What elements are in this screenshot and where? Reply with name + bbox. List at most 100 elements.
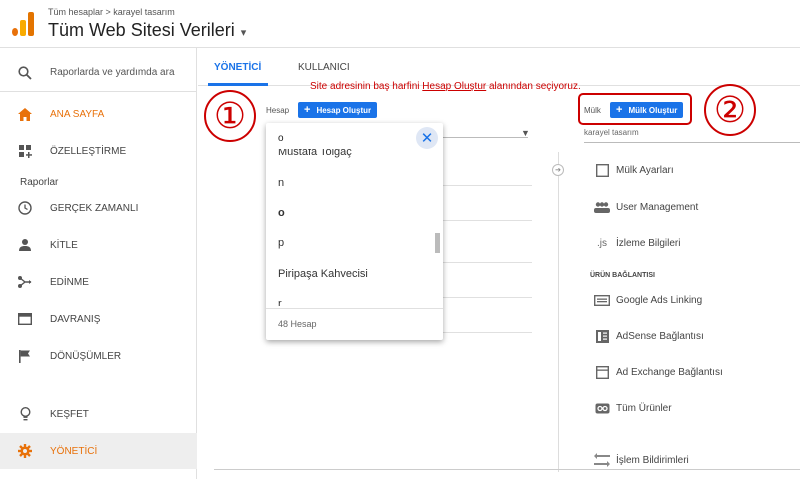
search-icon (0, 65, 50, 80)
account-search-input[interactable]: o (278, 133, 284, 144)
plus-icon: + (616, 104, 623, 116)
window-icon (0, 313, 50, 325)
list-item[interactable]: Mustafa Tolgaç (278, 149, 352, 160)
step-two-marker: ② (704, 84, 756, 136)
account-menu-divider (440, 220, 532, 221)
home-icon (0, 107, 50, 121)
create-property-label: Mülk Oluştur (628, 105, 678, 115)
list-item[interactable]: n (278, 177, 284, 189)
sidebar-item-label: KEŞFET (50, 408, 89, 420)
gear-icon (0, 444, 50, 458)
sidebar-item-label: ÖZELLEŞTİRME (50, 145, 127, 157)
property-item-label: Google Ads Linking (616, 294, 703, 306)
list-item[interactable]: o (278, 207, 285, 219)
account-count: 48 Hesap (278, 319, 317, 329)
group-icon (588, 201, 616, 213)
property-item-label: Mülk Ayarları (616, 164, 674, 176)
breadcrumb[interactable]: Tüm hesaplar > karayel tasarım (48, 7, 175, 17)
property-name[interactable]: karayel tasarım (584, 128, 639, 137)
sidebar-item-label: DAVRANIŞ (50, 313, 101, 325)
create-account-button[interactable]: + Hesap Oluştur (298, 102, 378, 118)
js-icon: .js (597, 237, 607, 249)
sidebar-item-label: ANA SAYFA (50, 108, 105, 120)
sidebar-item-discover[interactable]: KEŞFET (0, 396, 197, 432)
annotation-text-after: alanından seçiyoruz. (486, 81, 581, 92)
account-menu-divider (440, 297, 532, 298)
user-management-link[interactable]: User Management (588, 197, 698, 217)
account-label: Hesap (266, 106, 290, 115)
sidebar-item-home[interactable]: ANA SAYFA (0, 96, 197, 132)
sidebar-item-behavior[interactable]: DAVRANIŞ (0, 301, 197, 337)
list-item-label: Mustafa Tolgaç (278, 149, 352, 158)
create-property-button[interactable]: + Mülk Oluştur (610, 102, 684, 118)
property-item-label: AdSense Bağlantısı (616, 330, 704, 342)
create-account-label: Hesap Oluştur (316, 105, 372, 115)
sidebar-item-customization[interactable]: ÖZELLEŞTİRME (0, 133, 197, 169)
property-label: Mülk (584, 106, 601, 115)
sidebar-item-conversions[interactable]: DÖNÜŞÜMLER (0, 338, 197, 374)
account-menu-divider (440, 185, 532, 186)
sidebar: Raporlarda ve yardımda ara ANA SAYFA ÖZE… (0, 48, 197, 479)
ads-icon (588, 294, 616, 306)
sidebar-item-acquisition[interactable]: EDİNME (0, 264, 197, 300)
link-icon (588, 403, 616, 414)
adsense-icon (588, 329, 616, 343)
ad-exchange-icon (588, 365, 616, 379)
ad-exchange-linking-link[interactable]: Ad Exchange Bağlantısı (588, 362, 723, 382)
list-item[interactable]: r (278, 298, 282, 306)
acquisition-icon (0, 276, 50, 288)
annotation-link: Hesap Oluştur (422, 81, 487, 92)
swap-arrows-icon (588, 453, 616, 467)
product-linking-section-title: ÜRÜN BAĞLANTISI (590, 272, 655, 279)
view-title[interactable]: Tüm Web Sitesi Verileri ▾ (48, 20, 246, 41)
property-select[interactable] (584, 142, 800, 143)
property-settings-link[interactable]: Mülk Ayarları (588, 160, 674, 180)
scrollbar-thumb[interactable] (435, 233, 440, 253)
close-icon[interactable]: ✕ (416, 127, 438, 149)
column-divider (558, 152, 559, 472)
step-one-marker: ① (204, 90, 256, 142)
adsense-linking-link[interactable]: AdSense Bağlantısı (588, 326, 704, 346)
app-header: Tüm hesaplar > karayel tasarım Tüm Web S… (0, 0, 800, 48)
property-item-label: User Management (616, 201, 699, 213)
lightbulb-icon (0, 407, 50, 421)
arrow-right-icon: ➔ (552, 164, 564, 176)
account-picker-dropdown[interactable]: o ✕ Mustafa Tolgaç n o p Piripaşa Kahvec… (266, 123, 443, 340)
google-ads-linking-link[interactable]: Google Ads Linking (588, 290, 702, 310)
analytics-logo-icon[interactable] (12, 12, 34, 36)
admin-main: YÖNETİCİ KULLANICI Site adresinin baş ha… (198, 48, 800, 479)
tab-user[interactable]: KULLANICI (298, 62, 350, 73)
search-placeholder: Raporlarda ve yardımda ara (50, 67, 175, 78)
sidebar-item-label: YÖNETİCİ (50, 445, 98, 457)
tab-admin[interactable]: YÖNETİCİ (214, 62, 261, 73)
plus-icon: + (304, 104, 311, 116)
person-icon (0, 239, 50, 251)
sidebar-search[interactable]: Raporlarda ve yardımda ara (0, 54, 197, 92)
sidebar-item-realtime[interactable]: GERÇEK ZAMANLI (0, 190, 197, 226)
square-icon (588, 163, 616, 177)
sidebar-item-label: DÖNÜŞÜMLER (50, 350, 122, 362)
all-products-link[interactable]: Tüm Ürünler (588, 398, 672, 418)
account-menu-divider (440, 262, 532, 263)
dashboard-add-icon (0, 144, 50, 158)
sidebar-item-audience[interactable]: KİTLE (0, 227, 197, 263)
sidebar-item-admin[interactable]: YÖNETİCİ (0, 433, 197, 469)
sidebar-item-label: EDİNME (50, 276, 89, 288)
account-menu-divider (440, 332, 532, 333)
sidebar-item-label: KİTLE (50, 239, 78, 251)
list-item[interactable]: p (278, 237, 284, 249)
annotation-text-before: Site adresinin baş harfini (310, 81, 423, 92)
tracking-info-link[interactable]: .js İzleme Bilgileri (588, 233, 680, 253)
postbacks-link[interactable]: İşlem Bildirimleri (588, 450, 689, 470)
chevron-down-icon: ▾ (240, 27, 247, 39)
list-item[interactable]: Piripaşa Kahvecisi (278, 268, 368, 280)
property-item-label: İşlem Bildirimleri (616, 454, 689, 466)
active-tab-indicator (208, 83, 268, 86)
property-item-label: Tüm Ürünler (616, 402, 672, 414)
dropdown-caret-icon[interactable]: ▼ (521, 128, 530, 138)
dropdown-footer-divider (266, 308, 443, 309)
flag-icon (0, 349, 50, 363)
reports-section-label: Raporlar (20, 177, 59, 188)
content-bottom-divider (214, 469, 800, 470)
view-title-text: Tüm Web Sitesi Verileri (48, 20, 235, 40)
